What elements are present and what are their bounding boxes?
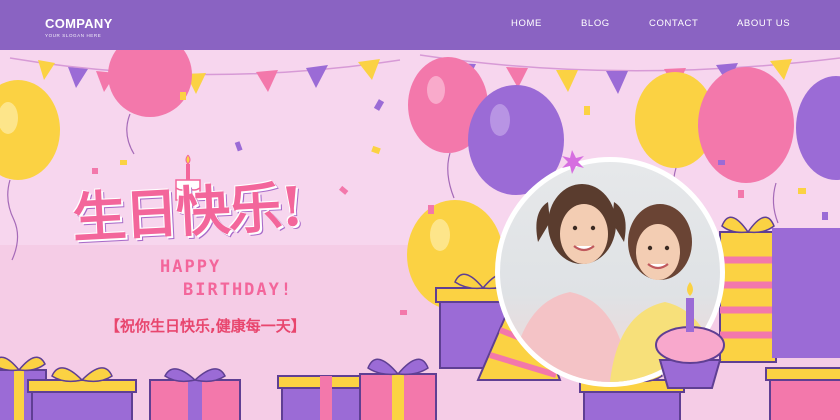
balloon-icon	[796, 76, 840, 180]
brand-slogan: YOUR SLOGAN HERE	[45, 33, 102, 38]
nav-link-about-us[interactable]: ABOUT US	[737, 18, 790, 29]
nav-link-home[interactable]: HOME	[511, 18, 542, 29]
banner-title-chinese: 生日快乐!	[70, 174, 304, 250]
banner-greeting: 【祝你生日快乐,健康每一天】	[105, 317, 306, 335]
top-navbar: COMPANY YOUR SLOGAN HERE HOME BLOG CONTA…	[0, 0, 840, 50]
children-photo	[500, 162, 720, 382]
children-photo-illustration	[510, 184, 720, 382]
brand-name: COMPANY	[45, 16, 113, 31]
balloon-icon	[0, 80, 60, 261]
gift-box-icon	[772, 228, 840, 358]
banner-subtitle-happy: HAPPY	[160, 257, 222, 277]
photo-frame	[495, 157, 725, 387]
balloon-icon	[698, 67, 794, 224]
brand-logo[interactable]: COMPANY YOUR SLOGAN HERE	[45, 16, 113, 38]
gift-box-icon	[765, 367, 840, 420]
banner-subtitle-birthday: BIRTHDAY!	[183, 280, 294, 300]
nav-link-blog[interactable]: BLOG	[581, 18, 610, 29]
nav-link-contact[interactable]: CONTACT	[649, 18, 698, 29]
gift-box-icon	[719, 216, 777, 363]
balloon-icon	[108, 50, 192, 155]
